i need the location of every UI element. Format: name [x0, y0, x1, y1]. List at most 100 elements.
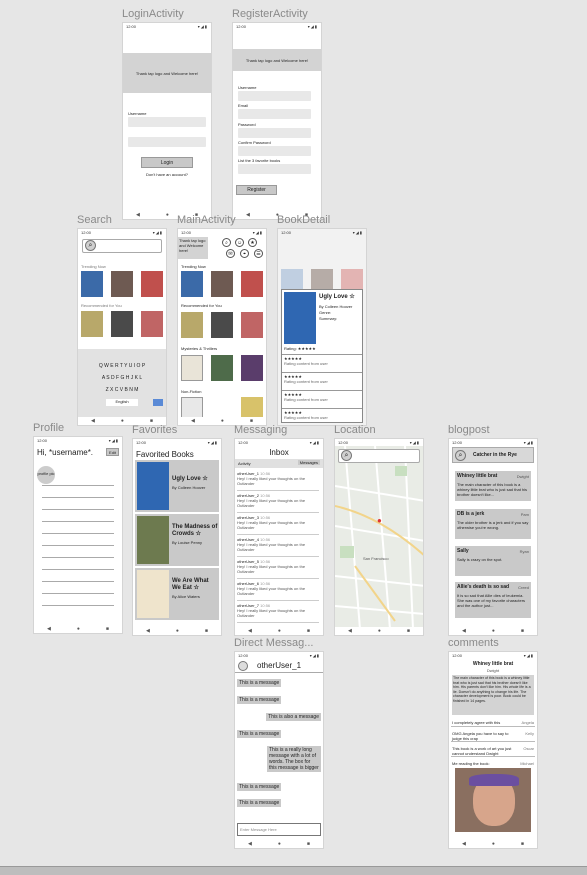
post-body: It is so sad that Allie dies of leukemia… [457, 593, 526, 608]
nav-bar: ◀ ● ■ [335, 627, 423, 635]
keyboard-row[interactable]: Z X C V B N M [78, 387, 166, 393]
book-title: Ugly Love ☆ [319, 294, 355, 300]
nav-bar: ◀ ● ■ [235, 840, 323, 848]
tab-messages[interactable]: Messages [297, 460, 320, 465]
status-bar: 12:00 ▾◢▮ [238, 440, 320, 445]
main-screen: 12:00 ▾◢▮ Thank tap logo and Welcome here… [177, 228, 267, 426]
email-field[interactable] [238, 109, 311, 119]
reply-item[interactable]: I completely agree with this Angela [451, 718, 535, 727]
inbox-thread[interactable]: otherUser_7 10:56 Hey! I really liked you… [237, 603, 319, 623]
location-pin-icon[interactable]: ● [377, 516, 382, 525]
blog-icon[interactable]: ☰ [254, 249, 263, 258]
post-user: Dwight [486, 668, 500, 673]
book-cover[interactable] [81, 271, 103, 297]
book-cover[interactable] [81, 311, 103, 337]
book-cover[interactable] [211, 271, 233, 297]
book-cover[interactable] [241, 312, 263, 338]
frame-label-main: MainActivity [177, 214, 236, 226]
register-link[interactable]: Don't have an account? [123, 172, 211, 177]
keyboard-row[interactable]: Q W E R T Y U I O P [78, 363, 166, 369]
recommended-heading: Recommended for You [81, 303, 122, 308]
book-cover[interactable] [211, 312, 233, 338]
comments-screen: 12:00 ▾◢▮ Whiney little brat Dwight The m… [448, 651, 538, 849]
keyboard-enter[interactable] [153, 399, 163, 406]
inbox-thread[interactable]: otherUser_3 10:56 Hey! I really liked you… [237, 515, 319, 535]
map[interactable]: ● San Francisco [335, 446, 423, 629]
search-icon[interactable]: ⌕ [455, 450, 466, 461]
direct-message-screen: 12:00 ▾◢▮ otherUser_1 This is a message T… [234, 651, 324, 849]
message-input[interactable]: Enter Message Here [237, 823, 321, 836]
search-icon[interactable]: ⌕ [85, 240, 96, 251]
frame-label-search: Search [77, 214, 112, 226]
edit-button[interactable]: Edit [106, 448, 119, 456]
avatar[interactable]: profile pic [37, 466, 55, 484]
favorite-item[interactable]: We Are What We Eat ☆ By Alice Waters [135, 568, 219, 620]
book-cover[interactable] [141, 311, 163, 337]
trending-heading: Trending Now [181, 264, 206, 269]
reply-item[interactable]: Me reading the book: Michael [451, 759, 535, 833]
divider [42, 533, 114, 534]
book-cover[interactable] [111, 271, 133, 297]
review-item: ★★★★★ Rating content from user [282, 390, 362, 408]
location-icon[interactable]: ⌖ [240, 249, 249, 258]
book-cover[interactable] [141, 271, 163, 297]
divider [42, 569, 114, 570]
message-bubble: This is a message [237, 783, 282, 791]
login-button[interactable]: Login [141, 157, 193, 168]
book-cover[interactable] [241, 271, 263, 297]
inbox-thread[interactable]: otherUser_5 10:56 Hey! I really liked you… [237, 559, 319, 579]
password-field[interactable] [238, 128, 311, 138]
inbox-thread[interactable]: otherUser_4 10:56 Hey! I really liked you… [237, 537, 319, 557]
profile-icon[interactable]: ☺ [235, 238, 244, 247]
welcome-banner: Thank tap logo and Welcome here! [178, 237, 208, 259]
book-genre: Genre: [319, 310, 332, 315]
blog-post[interactable]: Allie's death is so sad Creed It is so s… [455, 582, 531, 618]
book-cover[interactable] [181, 271, 203, 297]
book-summary: Summary: [319, 316, 338, 321]
blog-post[interactable]: Whiney little brat Dwight The main chara… [455, 471, 531, 501]
book-cover [137, 462, 169, 510]
nav-bar: ◀ ● ■ [449, 840, 537, 848]
location-screen: 12:00 ▾◢▮ ● San Francisco ⌕ ◀ ● ■ [334, 438, 424, 636]
favorite-item[interactable]: Ugly Love ☆ By Colleen Hoover [135, 460, 219, 512]
keyboard-space[interactable]: English [106, 399, 138, 406]
book-author: By Colleen Hoover [319, 304, 353, 309]
register-screen: 12:00 ▾◢▮ Thank tap logo and Welcome here… [232, 22, 322, 220]
favorites-icon[interactable]: ★ [248, 238, 257, 247]
favorite-star-icon[interactable]: ☆ [349, 294, 354, 300]
book-cover[interactable] [111, 311, 133, 337]
book-cover[interactable] [181, 312, 203, 338]
messages-icon[interactable]: ✉ [226, 249, 235, 258]
username-field[interactable] [238, 91, 311, 101]
search-icon[interactable]: ⌕ [222, 238, 231, 247]
username-field[interactable] [128, 117, 206, 127]
favorites-heading: Favorited Books [136, 450, 194, 459]
frame-label-messaging: Messaging [234, 424, 288, 436]
nav-bar: ◀ ● ■ [133, 627, 221, 635]
login-banner: Thank tap logo and Welcome here! [123, 53, 211, 93]
divider [42, 485, 114, 486]
recommended-heading: Recommended for You [181, 303, 222, 308]
inbox-thread[interactable]: otherUser_6 10:56 Hey! I really liked you… [237, 581, 319, 601]
book-cover[interactable] [181, 355, 203, 381]
book-cover [137, 570, 169, 618]
search-icon[interactable]: ⌕ [341, 450, 352, 461]
blog-post[interactable]: DB is a jerk Pam The older brother is a … [455, 509, 531, 539]
avatar[interactable] [238, 661, 248, 671]
keyboard-row[interactable]: A S D F G H J K L [78, 375, 166, 381]
inbox-thread[interactable]: otherUser_2 10:56 Hey! I really liked you… [237, 493, 319, 513]
reply-item[interactable]: OMG Angela you have to say to judge this… [451, 729, 535, 742]
password-field[interactable] [128, 137, 206, 147]
blog-post[interactable]: Sally Ryan Sally is crazy on the spot. [455, 546, 531, 576]
register-button[interactable]: Register [236, 185, 277, 195]
book-cover[interactable] [211, 355, 233, 381]
favorite-item[interactable]: The Madness of Crowds ☆ By Louise Penny [135, 514, 219, 566]
tab-activity[interactable]: Activity [238, 461, 251, 466]
post-user: Ryan [519, 549, 529, 554]
books-field[interactable] [238, 164, 311, 174]
frame-label-login: LoginActivity [122, 8, 184, 20]
inbox-thread[interactable]: otherUser_1 10:56 Hey! I really liked you… [237, 471, 319, 491]
confirm-field[interactable] [238, 146, 311, 156]
reply-item[interactable]: This book is a work of art you just cann… [451, 744, 535, 757]
book-cover[interactable] [241, 355, 263, 381]
